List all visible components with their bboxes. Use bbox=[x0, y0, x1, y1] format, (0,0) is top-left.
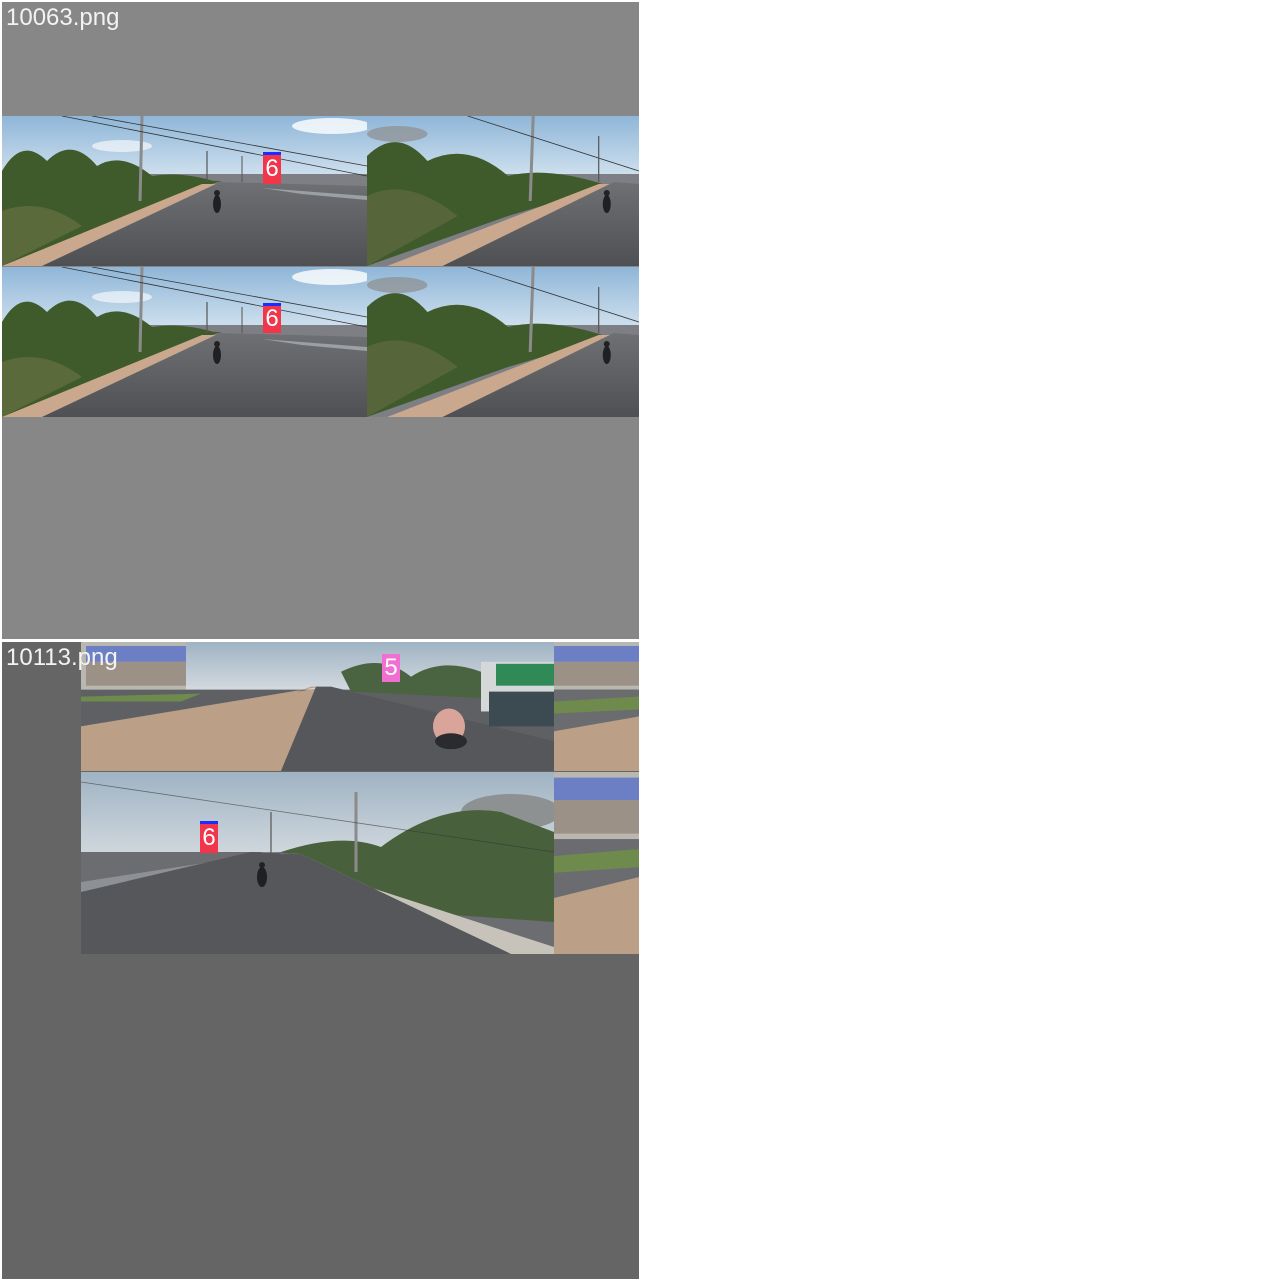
roadside-shop-scene bbox=[554, 772, 639, 954]
image-panel: 10113.png 5 6 bbox=[2, 642, 639, 1279]
filename-label: 10063.png bbox=[6, 4, 120, 31]
filename-label: 10113.png bbox=[6, 644, 118, 671]
road-scene-image bbox=[367, 267, 639, 417]
detection-label-text: 6 bbox=[265, 305, 279, 332]
bbox-cap bbox=[263, 303, 281, 306]
detection-label: 5 bbox=[382, 654, 400, 682]
road-scene-image bbox=[81, 772, 554, 954]
road-scene-image bbox=[2, 116, 367, 266]
detection-label-text: 6 bbox=[202, 824, 216, 851]
bbox-cap bbox=[200, 821, 218, 824]
detection-label-text: 5 bbox=[384, 654, 398, 681]
roadside-shop-scene bbox=[81, 642, 554, 771]
detection-label: 6 bbox=[263, 303, 281, 333]
road-scene-image bbox=[367, 116, 639, 266]
image-panel: 10063.png 6 6 bbox=[2, 2, 639, 639]
roadside-shop-scene bbox=[554, 642, 639, 771]
detection-label: 6 bbox=[200, 821, 218, 853]
bbox-cap bbox=[263, 152, 281, 155]
detection-label-text: 6 bbox=[265, 155, 279, 182]
detection-label: 6 bbox=[263, 152, 281, 184]
road-scene-image bbox=[2, 267, 367, 417]
